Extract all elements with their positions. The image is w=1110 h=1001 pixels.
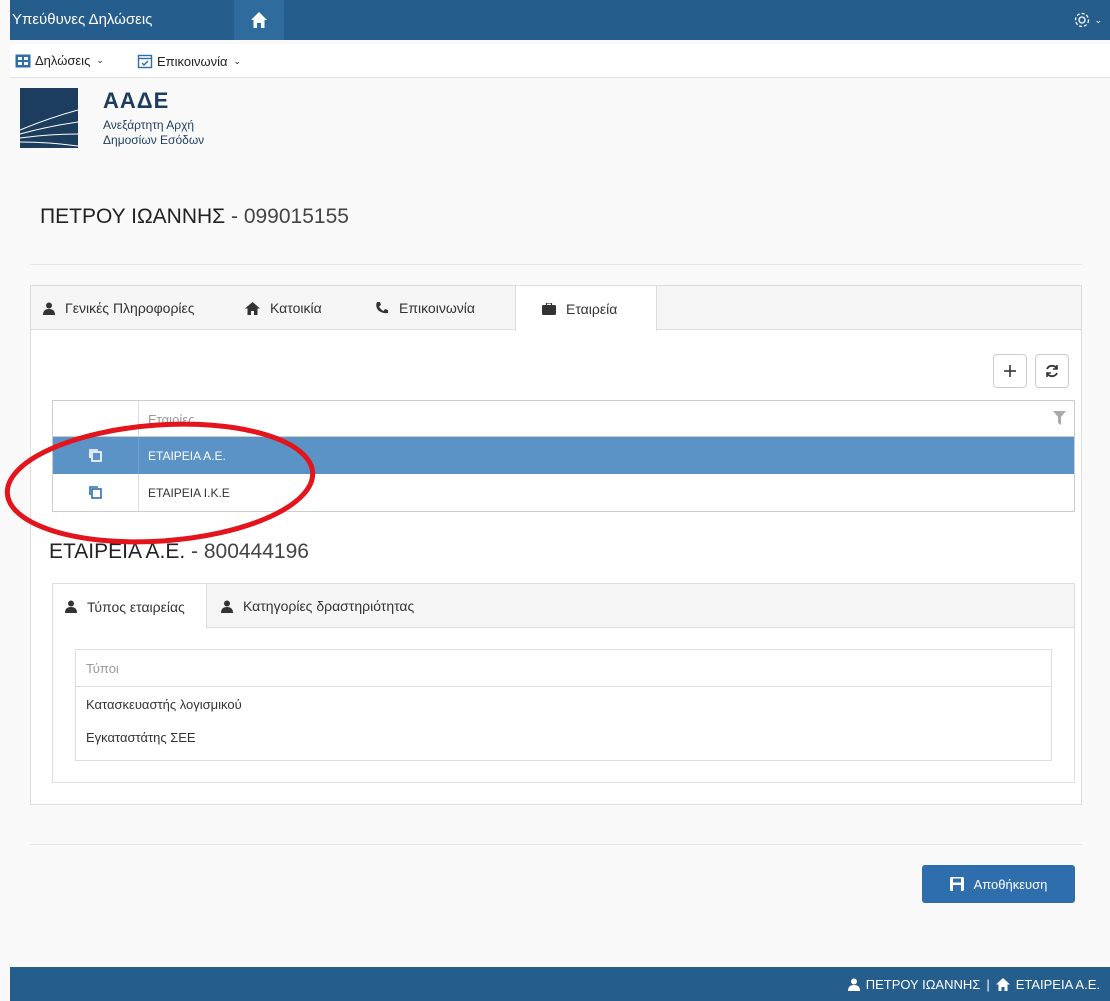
row-icon-cell[interactable] [53,437,139,474]
top-navbar: Υπεύθυνες Δηλώσεις ⌄ [10,0,1110,40]
list-item[interactable]: Εγκαταστάτης ΣΕΕ [76,720,1051,753]
refresh-icon [1046,364,1058,378]
company-name: ΕΤΑΙΡΕΙΑ Α.Ε. [148,449,226,463]
copy-icon [89,449,102,462]
save-label: Αποθήκευση [973,876,1048,892]
types-header: Τύποι [76,650,1051,687]
company-types-list: Τύποι Κατασκευαστής λογισμικού Εγκαταστά… [75,649,1052,761]
person-name: ΠΕΤΡΟΥ ΙΩΑΝΝΗΣ [40,205,226,228]
menu-contact[interactable]: Επικοινωνία ⌄ [137,53,241,69]
row-icon-cell[interactable] [53,474,139,511]
phone-icon [376,302,388,314]
footer-company[interactable]: ΕΤΑΙΡΕΙΑ Α.Ε. [1016,977,1100,992]
menu-declarations[interactable]: Δηλώσεις ⌄ [15,53,104,68]
user-icon [65,600,77,613]
footer-user[interactable]: ΠΕΤΡΟΥ ΙΩΑΝΝΗΣ [866,977,981,992]
company-name: ΕΤΑΙΡΕΙΑ Ι.Κ.Ε [148,486,230,500]
add-button[interactable] [993,354,1027,388]
person-afm: - 099015155 [225,205,349,228]
home-button[interactable] [234,0,284,40]
tab-activity-categories[interactable]: Κατηγορίες δραστηριότητας [209,584,469,628]
user-icon [43,302,55,315]
filter-icon[interactable] [1053,411,1066,425]
tab-company-type[interactable]: Τύπος εταιρείας [53,584,207,629]
home-icon [995,978,1010,991]
settings-menu[interactable]: ⌄ [1072,10,1102,30]
save-icon [949,877,964,891]
grid-header-icon-cell [53,401,139,437]
logo-abbreviation: ΑΑΔΕ [103,88,170,113]
divider [30,264,1082,265]
user-icon [221,600,233,613]
company-tabs: Τύπος εταιρείας Κατηγορίες δραστηριότητα… [53,584,1074,629]
tab-label: Εταιρεία [566,300,618,317]
chevron-down-icon: ⌄ [96,55,104,65]
tab-company[interactable]: Εταιρεία [515,286,657,331]
list-item[interactable]: Κατασκευαστής λογισμικού [76,687,1051,720]
company-detail-name: ΕΤΑΙΡΕΙΑ Α.Ε. [49,540,186,563]
grid-header-companies: Εταιρίες [148,412,195,427]
company-detail-panel: Τύπος εταιρείας Κατηγορίες δραστηριότητα… [52,583,1075,783]
tab-label: Γενικές Πληροφορίες [65,300,195,316]
company-detail-afm: - 800444196 [185,540,309,563]
home-icon [251,12,267,28]
tab-label: Τύπος εταιρείας [87,598,185,615]
page-title: ΠΕΤΡΟΥ ΙΩΑΝΝΗΣ - 099015155 [40,205,349,229]
grid-icon [15,54,31,67]
gear-icon [1075,12,1090,28]
chevron-down-icon: ⌄ [1094,14,1102,25]
user-icon [847,978,860,991]
save-button[interactable]: Αποθήκευση [922,865,1075,903]
companies-grid: Εταιρίες ΕΤΑΙΡΕΙΑ Α.Ε. ΕΤΑΙΡΕΙΑ Ι.Κ.Ε [52,400,1075,512]
tab-label: Επικοινωνία [399,300,475,316]
tab-label: Κατοικία [270,300,322,316]
grid-header: Εταιρίες [53,401,1074,437]
tab-contact[interactable]: Επικοινωνία [363,286,513,330]
briefcase-icon [542,302,556,315]
table-row[interactable]: ΕΤΑΙΡΕΙΑ Ι.Κ.Ε [53,474,1074,511]
company-title: ΕΤΑΙΡΕΙΑ Α.Ε. - 800444196 [49,540,309,564]
chevron-down-icon: ⌄ [233,55,242,66]
main-panel: Γενικές Πληροφορίες Κατοικία Επικοινωνία… [30,285,1082,805]
logo-line-2: Δημοσίων Εσόδων [103,133,205,147]
tab-general-info[interactable]: Γενικές Πληροφορίες [31,286,229,330]
tab-label: Κατηγορίες δραστηριότητας [243,598,415,614]
calendar-check-icon [137,54,153,69]
home-icon [245,301,260,315]
menu-bar: Δηλώσεις ⌄ Επικοινωνία ⌄ [10,44,1110,78]
grid-toolbar [51,349,1074,397]
logo-line-1: Ανεξάρτητη Αρχή [103,118,195,132]
divider [30,844,1082,845]
tab-residence[interactable]: Κατοικία [233,286,357,330]
main-tabs: Γενικές Πληροφορίες Κατοικία Επικοινωνία… [31,286,1081,331]
refresh-button[interactable] [1035,354,1069,388]
aade-logo-mark [20,88,78,148]
plus-icon [1004,365,1016,377]
copy-icon [89,486,102,499]
footer-separator: | [986,977,990,992]
app-title[interactable]: Υπεύθυνες Δηλώσεις [12,11,152,28]
menu-declarations-label: Δηλώσεις [35,53,91,68]
menu-contact-label: Επικοινωνία [157,53,228,69]
footer-bar: ΠΕΤΡΟΥ ΙΩΑΝΝΗΣ | ΕΤΑΙΡΕΙΑ Α.Ε. [10,967,1110,1001]
footer-info: ΠΕΤΡΟΥ ΙΩΑΝΝΗΣ | ΕΤΑΙΡΕΙΑ Α.Ε. [847,977,1100,992]
table-row[interactable]: ΕΤΑΙΡΕΙΑ Α.Ε. [53,437,1074,474]
